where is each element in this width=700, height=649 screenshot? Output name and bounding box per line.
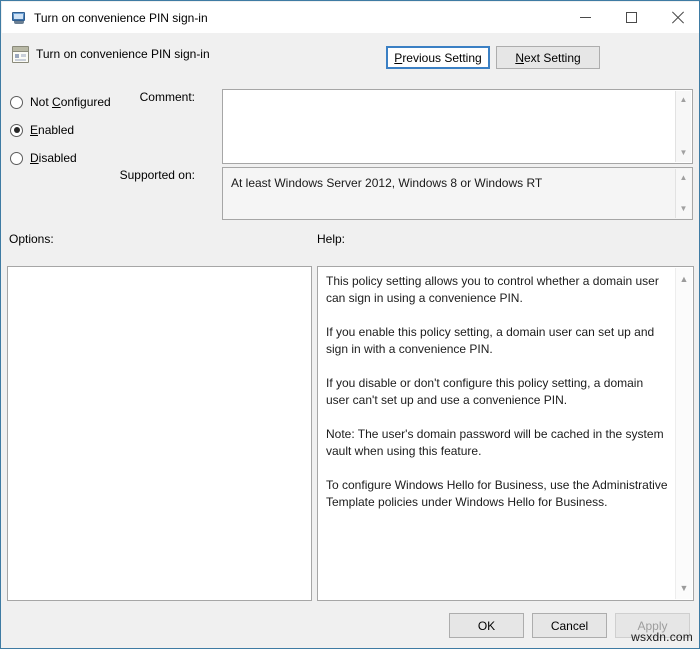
- scroll-up-icon[interactable]: ▲: [676, 271, 692, 287]
- comment-label: Comment:: [139, 90, 195, 104]
- help-scrollbar[interactable]: ▲ ▼: [675, 268, 692, 599]
- previous-setting-button[interactable]: Previous Setting: [386, 46, 490, 69]
- help-text: This policy setting allows you to contro…: [326, 273, 668, 511]
- supported-on-value: At least Windows Server 2012, Windows 8 …: [231, 176, 543, 190]
- ok-button[interactable]: OK: [449, 613, 524, 638]
- close-icon: [671, 11, 684, 24]
- help-paragraph: This policy setting allows you to contro…: [326, 274, 659, 305]
- comment-input[interactable]: ▲ ▼: [222, 89, 693, 164]
- radio-enabled[interactable]: Enabled: [10, 119, 140, 141]
- scroll-down-icon[interactable]: ▼: [676, 146, 691, 160]
- next-setting-button[interactable]: Next Setting: [496, 46, 600, 69]
- policy-title: Turn on convenience PIN sign-in: [36, 47, 210, 61]
- computer-monitor-icon: [11, 10, 27, 26]
- maximize-button[interactable]: [608, 2, 654, 33]
- supported-on-scrollbar[interactable]: ▲ ▼: [675, 169, 691, 218]
- next-setting-label: ext Setting: [523, 50, 581, 65]
- maximize-icon: [625, 12, 637, 23]
- supported-on-label: Supported on:: [119, 168, 195, 182]
- help-paragraph: If you enable this policy setting, a dom…: [326, 325, 655, 356]
- help-paragraph: Note: The user's domain password will be…: [326, 427, 664, 458]
- scroll-down-icon[interactable]: ▼: [676, 580, 692, 596]
- next-setting-accel: N: [515, 50, 524, 65]
- help-paragraph: If you disable or don't configure this p…: [326, 376, 644, 407]
- group-policy-setting-dialog: Turn on convenience PIN sign-in Turn on …: [0, 0, 700, 649]
- help-panel: This policy setting allows you to contro…: [317, 266, 694, 601]
- help-paragraph: To configure Windows Hello for Business,…: [326, 478, 668, 509]
- comment-scrollbar[interactable]: ▲ ▼: [675, 91, 691, 162]
- previous-setting-label: revious Setting: [402, 50, 482, 65]
- radio-enabled-label: Enabled: [30, 123, 75, 137]
- scroll-down-icon[interactable]: ▼: [676, 202, 691, 216]
- radio-disabled-indicator: [10, 151, 23, 165]
- options-panel[interactable]: [7, 266, 312, 601]
- minimize-button[interactable]: [562, 2, 608, 33]
- window-controls: [562, 2, 699, 33]
- supported-on-field: At least Windows Server 2012, Windows 8 …: [222, 167, 693, 220]
- options-label: Options:: [9, 232, 54, 246]
- minimize-icon: [579, 17, 591, 18]
- radio-disabled[interactable]: Disabled: [10, 147, 140, 169]
- radio-not-configured-indicator: [10, 95, 23, 109]
- radio-disabled-label: Disabled: [30, 151, 77, 165]
- watermark: wsxdn.com: [631, 630, 693, 644]
- close-button[interactable]: [654, 2, 699, 33]
- group-policy-setting-icon: [12, 46, 29, 63]
- scroll-up-icon[interactable]: ▲: [676, 171, 691, 185]
- radio-enabled-indicator: [10, 123, 23, 137]
- dialog-header: Turn on convenience PIN sign-in Previous…: [2, 33, 699, 79]
- help-label: Help:: [317, 232, 346, 246]
- title-bar: Turn on convenience PIN sign-in: [2, 2, 699, 33]
- scroll-up-icon[interactable]: ▲: [676, 93, 691, 107]
- cancel-button[interactable]: Cancel: [532, 613, 607, 638]
- window-title: Turn on convenience PIN sign-in: [34, 10, 208, 25]
